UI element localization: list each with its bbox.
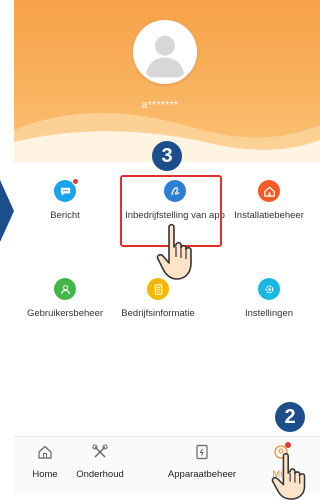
menu-instellingen[interactable]: Instellingen (214, 278, 320, 320)
chat-bubble-icon (54, 178, 79, 202)
default-user-icon (136, 23, 194, 81)
notification-dot (285, 442, 291, 448)
pointing-hand-icon (271, 452, 306, 500)
device-icon (196, 444, 208, 460)
menu-label: Bericht (50, 210, 80, 221)
pointing-hand-icon (156, 223, 192, 280)
tools-icon (92, 444, 108, 458)
avatar[interactable] (133, 20, 197, 84)
menu-label: Instellingen (244, 308, 294, 319)
menu-label: Bedrijfsinformatie (121, 308, 195, 319)
nav-onderhoud[interactable]: Onderhoud (66, 443, 134, 480)
menu-bedrijfsinformatie[interactable]: Bedrijfsinformatie (103, 278, 213, 320)
nav-label: Onderhoud (76, 469, 124, 480)
username: a******* (141, 100, 179, 111)
gear-icon (258, 278, 280, 300)
step-badge-2: 2 (275, 402, 305, 432)
menu-label: Installatiebeheer (234, 210, 304, 221)
menu-bericht[interactable]: Bericht (10, 178, 120, 222)
step-badge-3: 3 (152, 141, 182, 171)
nav-label: Home (32, 469, 58, 480)
nav-home[interactable]: Home (28, 443, 62, 480)
user-icon (54, 278, 76, 300)
house-icon (258, 180, 280, 202)
document-icon (147, 278, 169, 300)
notification-dot (72, 178, 79, 185)
nav-label: Apparaatbeheer (167, 469, 237, 480)
home-icon (38, 445, 52, 459)
nav-apparaatbeheer[interactable]: Apparaatbeheer (164, 443, 240, 480)
menu-installatiebeheer[interactable]: Installatiebeheer (214, 180, 320, 222)
